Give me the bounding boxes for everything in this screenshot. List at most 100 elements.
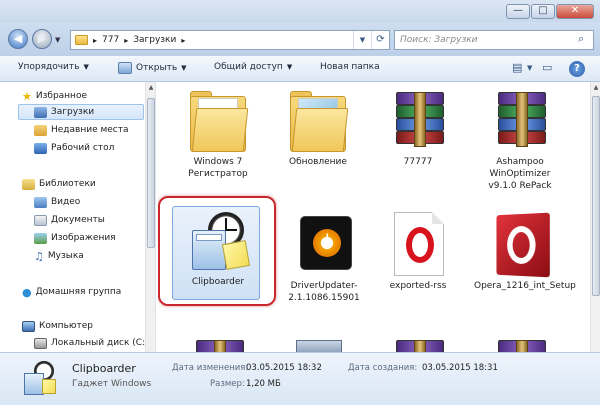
details-pane: Clipboarder Гаджет Windows Дата изменени… bbox=[0, 352, 600, 405]
file-name: Opera_1216_int_Setup bbox=[474, 281, 576, 291]
images-library-icon bbox=[34, 232, 47, 244]
open-button[interactable]: Открыть ▼ bbox=[118, 62, 187, 74]
scroll-up-icon[interactable]: ▲ bbox=[591, 84, 600, 91]
minimize-button[interactable]: — bbox=[506, 4, 530, 19]
list-item[interactable]: ↓ DriverUpdater-2.1.1086.15901 bbox=[278, 210, 370, 304]
new-folder-button[interactable]: Новая папка bbox=[320, 62, 380, 72]
navigation-pane: ★ Избранное Загрузки Недавние места Рабо… bbox=[0, 82, 154, 352]
sidebar-item-label: Документы bbox=[51, 215, 105, 225]
sidebar-item-images[interactable]: Изображения bbox=[34, 230, 116, 246]
file-name: Ashampoo WinOptimizer v9.1.0 RePack bbox=[488, 157, 552, 191]
sidebar-item-video[interactable]: Видео bbox=[34, 194, 80, 210]
refresh-icon[interactable]: ⟳ bbox=[371, 31, 389, 49]
sidebar-item-label: Избранное bbox=[35, 91, 87, 101]
sidebar-item-recent[interactable]: Недавние места bbox=[34, 122, 129, 138]
sidebar-item-favorites[interactable]: ★ Избранное bbox=[22, 88, 87, 104]
computer-icon bbox=[22, 320, 35, 332]
video-library-icon bbox=[34, 196, 47, 208]
list-item[interactable]: Ashampoo WinOptimizer v9.1.0 RePack bbox=[474, 86, 566, 192]
recent-pages-dropdown-icon[interactable]: ▼ bbox=[55, 36, 60, 44]
list-item-selected[interactable]: Clipboarder bbox=[172, 206, 264, 288]
close-button[interactable]: ✕ bbox=[556, 4, 594, 19]
search-icon[interactable]: ⌕ bbox=[578, 32, 584, 46]
documents-library-icon bbox=[34, 214, 47, 226]
driverupdater-icon: ↓ bbox=[290, 210, 358, 278]
chevron-down-icon: ▼ bbox=[286, 63, 293, 71]
sidebar-item-documents[interactable]: Документы bbox=[34, 212, 105, 228]
sidebar-item-homegroup[interactable]: ● Домашняя группа bbox=[22, 284, 121, 300]
created-label: Дата создания: bbox=[348, 363, 418, 373]
sidebar-item-music[interactable]: ♫ Музыка bbox=[34, 248, 84, 264]
downloads-folder-icon bbox=[34, 106, 47, 118]
search-input[interactable]: Поиск: Загрузки bbox=[394, 30, 594, 50]
file-name: exported-rss bbox=[389, 281, 447, 291]
sidebar-item-local-disk[interactable]: Локальный диск (C:) bbox=[34, 335, 149, 351]
chevron-down-icon: ▼ bbox=[83, 63, 89, 71]
breadcrumb-separator-icon[interactable]: ▸ bbox=[124, 36, 128, 45]
libraries-icon bbox=[22, 178, 35, 190]
size-label: Размер: bbox=[210, 379, 245, 389]
star-icon: ★ bbox=[22, 89, 32, 103]
address-dropdown-icon[interactable]: ▼ bbox=[353, 31, 371, 49]
winrar-archive-icon bbox=[486, 334, 554, 352]
clipboarder-gadget-icon bbox=[184, 206, 252, 274]
forward-button[interactable]: ▶ bbox=[32, 29, 52, 49]
desktop-icon bbox=[34, 142, 47, 154]
nav-scrollbar[interactable]: ▲ bbox=[145, 82, 155, 352]
sidebar-item-label: Музыка bbox=[47, 251, 84, 261]
modified-value: 03.05.2015 18:32 bbox=[246, 363, 322, 373]
organize-label: Упорядочить bbox=[18, 62, 80, 72]
organize-button[interactable]: Упорядочить ▼ bbox=[18, 62, 89, 72]
window-icon bbox=[118, 62, 132, 74]
homegroup-icon: ● bbox=[22, 285, 32, 299]
list-item[interactable] bbox=[474, 334, 566, 352]
file-name: Обновление bbox=[289, 157, 347, 167]
file-name: 77777 bbox=[403, 157, 433, 167]
size-value: 1,20 МБ bbox=[246, 379, 281, 389]
list-item[interactable]: Обновление bbox=[272, 86, 364, 168]
list-item[interactable] bbox=[372, 334, 464, 352]
content-scrollbar[interactable]: ▲ bbox=[590, 82, 600, 352]
list-item[interactable]: Opera_1216_int_Setup bbox=[474, 210, 576, 292]
list-item[interactable] bbox=[272, 334, 364, 352]
details-file-name: Clipboarder bbox=[72, 362, 136, 375]
sidebar-item-label: Локальный диск (C:) bbox=[51, 338, 149, 348]
maximize-button[interactable]: □ bbox=[531, 4, 555, 19]
back-button[interactable]: ◀ bbox=[8, 29, 28, 49]
address-bar[interactable]: ▸ 777 ▸ Загрузки ▸ ▼ ⟳ bbox=[70, 30, 390, 50]
list-item[interactable] bbox=[172, 334, 264, 352]
scroll-thumb[interactable] bbox=[592, 96, 600, 296]
list-item[interactable]: 77777 bbox=[372, 86, 464, 168]
address-row: ◀ ▶ ▼ ▸ 777 ▸ Загрузки ▸ ▼ ⟳ Поиск: Загр… bbox=[0, 22, 600, 56]
sidebar-item-downloads[interactable]: Загрузки bbox=[34, 104, 94, 120]
breadcrumb-separator-icon[interactable]: ▸ bbox=[181, 36, 185, 45]
sidebar-item-libraries[interactable]: Библиотеки bbox=[22, 176, 96, 192]
sidebar-item-label: Компьютер bbox=[39, 321, 93, 331]
sidebar-item-label: Изображения bbox=[51, 233, 116, 243]
help-icon[interactable]: ? bbox=[569, 61, 585, 77]
command-bar: Упорядочить ▼ Открыть ▼ Общий доступ ▼ Н… bbox=[0, 56, 600, 82]
view-dropdown-icon[interactable]: ▼ bbox=[527, 64, 532, 72]
folder-icon bbox=[75, 35, 88, 45]
preview-pane-icon[interactable]: ▭ bbox=[542, 61, 552, 74]
sidebar-item-computer[interactable]: Компьютер bbox=[22, 318, 93, 334]
view-options-icon[interactable]: ▤ bbox=[512, 61, 522, 74]
hard-drive-icon bbox=[34, 337, 47, 349]
sidebar-item-desktop[interactable]: Рабочий стол bbox=[34, 140, 114, 156]
share-button[interactable]: Общий доступ ▼ bbox=[214, 62, 292, 72]
breadcrumb-777[interactable]: 777 bbox=[102, 35, 119, 45]
sidebar-item-label: Домашняя группа bbox=[35, 287, 122, 297]
breadcrumb-separator-icon[interactable]: ▸ bbox=[93, 36, 97, 45]
title-bar: — □ ✕ bbox=[0, 0, 600, 22]
list-item[interactable]: Windows 7 Регистратор bbox=[172, 86, 264, 180]
breadcrumb-downloads[interactable]: Загрузки bbox=[133, 35, 176, 45]
file-name: Clipboarder bbox=[191, 277, 245, 287]
list-item[interactable]: exported-rss bbox=[372, 210, 464, 292]
window-controls: — □ ✕ bbox=[506, 4, 594, 19]
sidebar-item-label: Загрузки bbox=[51, 107, 95, 117]
sidebar-item-label: Библиотеки bbox=[39, 179, 96, 189]
created-value: 03.05.2015 18:31 bbox=[422, 363, 498, 373]
installer-box-icon bbox=[284, 334, 352, 352]
scroll-thumb[interactable] bbox=[147, 98, 155, 248]
folder-icon bbox=[284, 86, 352, 154]
